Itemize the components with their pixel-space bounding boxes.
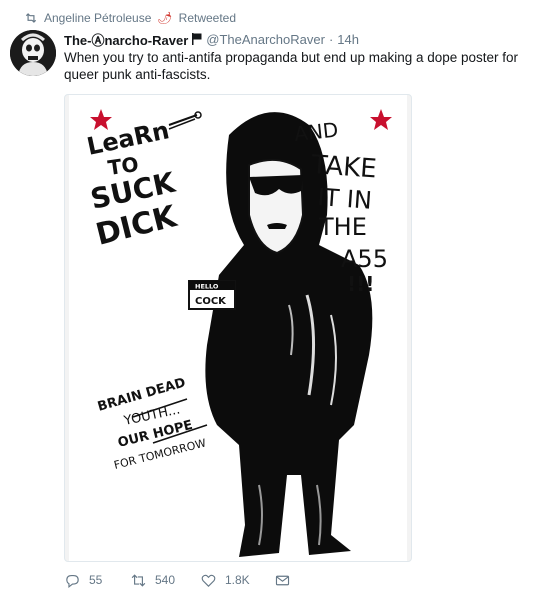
badge-hello-text: HELLO: [195, 283, 219, 291]
direct-message-button[interactable]: [274, 572, 291, 589]
tweet[interactable]: Angeline Pétroleuse 🌶 Retweeted The-Ⓐnar…: [0, 0, 538, 600]
envelope-icon: [275, 575, 290, 585]
poster-right-line-1: AND: [293, 117, 339, 145]
reply-button[interactable]: 55: [64, 572, 130, 589]
like-button[interactable]: 1.8K: [200, 572, 274, 589]
retweet-action-icon: [131, 573, 146, 587]
separator-dot: ·: [328, 31, 334, 47]
tweet-media[interactable]: HELLO COCK LeaRn TO SUCK DICK AND TAKE I…: [64, 94, 412, 562]
flag-icon: [192, 33, 202, 45]
retweeter-name[interactable]: Angeline Pétroleuse: [44, 11, 151, 25]
poster-right-line-5: A55: [341, 245, 388, 273]
retweet-button[interactable]: 540: [130, 572, 200, 589]
reply-count: 55: [89, 573, 103, 587]
retweeted-label: Retweeted: [178, 11, 237, 25]
author-handle[interactable]: @TheAnarchoRaver: [206, 32, 325, 47]
avatar-image: [10, 30, 56, 76]
heart-icon: [201, 574, 216, 587]
avatar[interactable]: [10, 30, 56, 76]
poster-right-line-2: TAKE: [310, 150, 378, 185]
pepper-emoji: 🌶: [157, 11, 173, 25]
tweet-actions: 55 540 1.8K: [64, 570, 291, 590]
poster-image: HELLO COCK LeaRn TO SUCK DICK AND TAKE I…: [69, 95, 407, 561]
tweet-timestamp[interactable]: 14h: [337, 32, 359, 47]
reply-icon: [66, 574, 79, 588]
tweet-header: The-Ⓐnarcho-Raver @TheAnarchoRaver · 14h: [64, 30, 359, 48]
author-display-name[interactable]: The-Ⓐnarcho-Raver: [64, 30, 188, 49]
poster-right-line-6: !!!: [347, 272, 374, 296]
retweet-context: Angeline Pétroleuse 🌶 Retweeted: [24, 10, 236, 26]
tweet-text: When you try to anti-antifa propaganda b…: [64, 50, 519, 82]
retweet-icon: [25, 13, 37, 23]
poster-right-line-3: IT IN: [317, 183, 373, 215]
retweet-count: 540: [155, 573, 176, 587]
like-count: 1.8K: [225, 573, 250, 587]
badge-name-text: COCK: [195, 296, 227, 307]
poster-right-line-4: THE: [318, 213, 367, 241]
